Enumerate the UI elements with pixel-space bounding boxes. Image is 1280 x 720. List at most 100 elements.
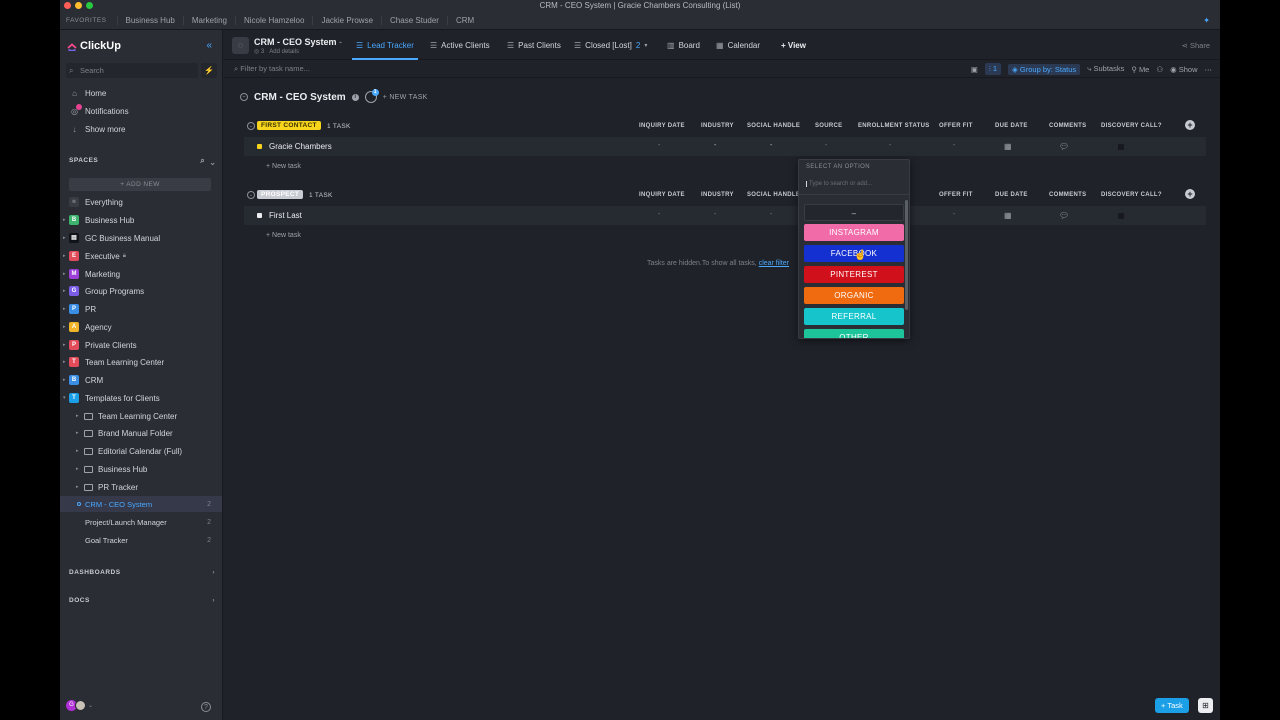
export-icon[interactable]: ▣ (971, 65, 978, 74)
option-other[interactable]: OTHER (804, 329, 904, 338)
new-task-button[interactable]: + New task (266, 163, 301, 170)
sidebar-list-crm-ceo-system[interactable]: CRM - CEO System 2 (60, 496, 222, 512)
folder-item[interactable]: ▸ Business Hub (76, 462, 147, 476)
folder-item[interactable]: ▸ PR Tracker (76, 480, 138, 494)
column-header[interactable]: DISCOVERY CALL? (1101, 123, 1162, 129)
industry-cell[interactable]: - (714, 142, 716, 149)
caret-right-icon[interactable]: ▸ (76, 484, 84, 490)
column-header[interactable]: SOCIAL HANDLE (747, 192, 800, 198)
option-organic[interactable]: ORGANIC (804, 287, 904, 304)
favorite-item[interactable]: Business Hub (116, 16, 183, 25)
docs-section[interactable]: DOCS › (69, 597, 215, 604)
add-view-button[interactable]: + View (781, 41, 806, 50)
industry-cell[interactable]: - (714, 211, 716, 218)
new-task-button[interactable]: + New task (266, 232, 301, 239)
column-header[interactable]: INDUSTRY (701, 123, 734, 129)
table-row[interactable]: Gracie Chambers - - - - - - ▦ 💬︎ (244, 137, 1206, 156)
column-header[interactable]: DUE DATE (995, 192, 1028, 198)
new-task-header-button[interactable]: + NEW TASK (383, 94, 428, 101)
subtasks-button[interactable]: ⤷ Subtasks (1087, 64, 1124, 74)
project-title[interactable]: CRM - CEO System - (254, 37, 342, 47)
nav-home[interactable]: ⌂ Home (70, 89, 106, 98)
minimize-window-button[interactable] (75, 2, 82, 9)
dropdown-scrollbar[interactable] (905, 200, 908, 310)
offer-fit-cell[interactable]: - (953, 211, 955, 218)
space-agency[interactable]: ▸ A Agency (63, 320, 220, 334)
add-task-button[interactable]: + Task (1155, 698, 1189, 713)
caret-right-icon[interactable]: ▸ (76, 448, 84, 454)
column-header[interactable]: COMMENTS (1049, 192, 1086, 198)
calendar-icon[interactable]: ▦ (1004, 142, 1012, 151)
space-pr[interactable]: ▸ P PR (63, 302, 220, 316)
space-marketing[interactable]: ▸ M Marketing (63, 267, 220, 281)
space-team-learning-center[interactable]: ▸ T Team Learning Center (63, 355, 220, 369)
show-button[interactable]: ◉ Show (1170, 65, 1197, 74)
collapse-group-icon[interactable]: ⌄ (247, 191, 255, 199)
caret-right-icon[interactable]: ▸ (76, 413, 84, 419)
task-name[interactable]: First Last (269, 211, 302, 220)
column-header[interactable]: OFFER FIT (939, 123, 973, 129)
add-column-icon[interactable]: + (1185, 120, 1195, 130)
dashboards-section[interactable]: DASHBOARDS › (69, 569, 215, 576)
close-window-button[interactable] (64, 2, 71, 9)
status-dot[interactable] (257, 213, 262, 218)
watchers-icon[interactable]: 1 (364, 89, 379, 103)
favorite-item[interactable]: Chase Studer (381, 16, 447, 25)
caret-right-icon[interactable]: ▸ (76, 466, 84, 472)
comment-icon[interactable]: 💬︎ (1059, 211, 1069, 220)
space-private-clients[interactable]: ▸ P Private Clients (63, 338, 220, 352)
social-handle-cell[interactable]: - (770, 211, 772, 218)
space-business-hub[interactable]: ▸ B Business Hub (63, 213, 220, 227)
clear-filter-link[interactable]: clear filter (759, 260, 789, 267)
space-templates-for-clients[interactable]: ▾ T Templates for Clients (63, 391, 220, 405)
nav-show-more[interactable]: ↓ Show more (70, 125, 126, 134)
tab-past-clients[interactable]: ☰ Past Clients (507, 41, 561, 50)
inquiry-date-cell[interactable]: - (658, 211, 660, 218)
discovery-call-checkbox[interactable] (1118, 213, 1124, 219)
tab-lead-tracker[interactable]: ☰ Lead Tracker (356, 41, 414, 50)
column-header[interactable]: INQUIRY DATE (639, 123, 685, 129)
tab-closed-lost[interactable]: ☰ Closed [Lost] 2 ▾ (574, 41, 647, 50)
assignees-icon[interactable]: ⚇ (1156, 65, 1163, 74)
pin-icon[interactable]: ✦ (1203, 16, 1210, 25)
project-subtitle[interactable]: ◎ 3 Add details (254, 48, 299, 55)
group-by-button[interactable]: ◈ Group by: Status (1008, 63, 1081, 75)
status-badge[interactable]: PROSPECT (257, 190, 304, 199)
inquiry-date-cell[interactable]: - (658, 142, 660, 149)
sidebar-list-goal-tracker[interactable]: Goal Tracker 2 (60, 532, 222, 548)
column-header[interactable]: COMMENTS (1049, 123, 1086, 129)
column-header[interactable]: DUE DATE (995, 123, 1028, 129)
space-crm[interactable]: ▸ B CRM (63, 373, 220, 387)
column-header[interactable]: ENROLLMENT STATUS (858, 123, 930, 129)
space-group-programs[interactable]: ▸ G Group Programs (63, 284, 220, 298)
me-button[interactable]: ⚲ Me (1131, 65, 1149, 74)
offer-fit-cell[interactable]: - (953, 142, 955, 149)
source-cell[interactable]: - (825, 142, 827, 149)
collapse-all-icon[interactable]: – (240, 93, 248, 101)
status-badge[interactable]: FIRST CONTACT (257, 121, 321, 130)
space-everything[interactable]: ⁙ Everything (63, 195, 220, 209)
folder-item[interactable]: ▸ Editorial Calendar (Full) (76, 444, 182, 458)
task-filter-input[interactable]: ⌕ Filter by task name... (234, 64, 310, 74)
column-header[interactable]: INDUSTRY (701, 192, 734, 198)
caret-right-icon[interactable]: ▸ (76, 430, 84, 436)
space-executive[interactable]: ▸ E Executive 🔒︎ (63, 249, 220, 263)
zoom-window-button[interactable] (86, 2, 93, 9)
comment-icon[interactable]: 💬︎ (1059, 142, 1069, 151)
more-options-icon[interactable]: ⋯ (1205, 65, 1213, 74)
favorite-item[interactable]: CRM (446, 16, 482, 25)
filter-button[interactable]: ⫶ 1 (984, 63, 1002, 75)
search-icon[interactable]: ⌕ (200, 156, 205, 165)
collapse-group-icon[interactable]: ⌄ (247, 122, 255, 130)
tab-calendar[interactable]: ▦ Calendar (716, 41, 760, 50)
share-button[interactable]: ⋖ Share (1182, 41, 1210, 50)
calendar-icon[interactable]: ▦ (1004, 211, 1012, 220)
option-referral[interactable]: REFERRAL (804, 308, 904, 325)
table-row[interactable]: First Last - - - - ▦ 💬︎ (244, 206, 1206, 225)
tab-board[interactable]: ▥ Board (667, 41, 700, 50)
info-icon[interactable]: i (351, 93, 359, 101)
add-column-icon[interactable]: + (1185, 189, 1195, 199)
apps-grid-icon[interactable]: ⊞ (1198, 698, 1213, 713)
social-handle-cell[interactable]: - (770, 142, 772, 149)
option-none[interactable]: – (804, 204, 904, 221)
